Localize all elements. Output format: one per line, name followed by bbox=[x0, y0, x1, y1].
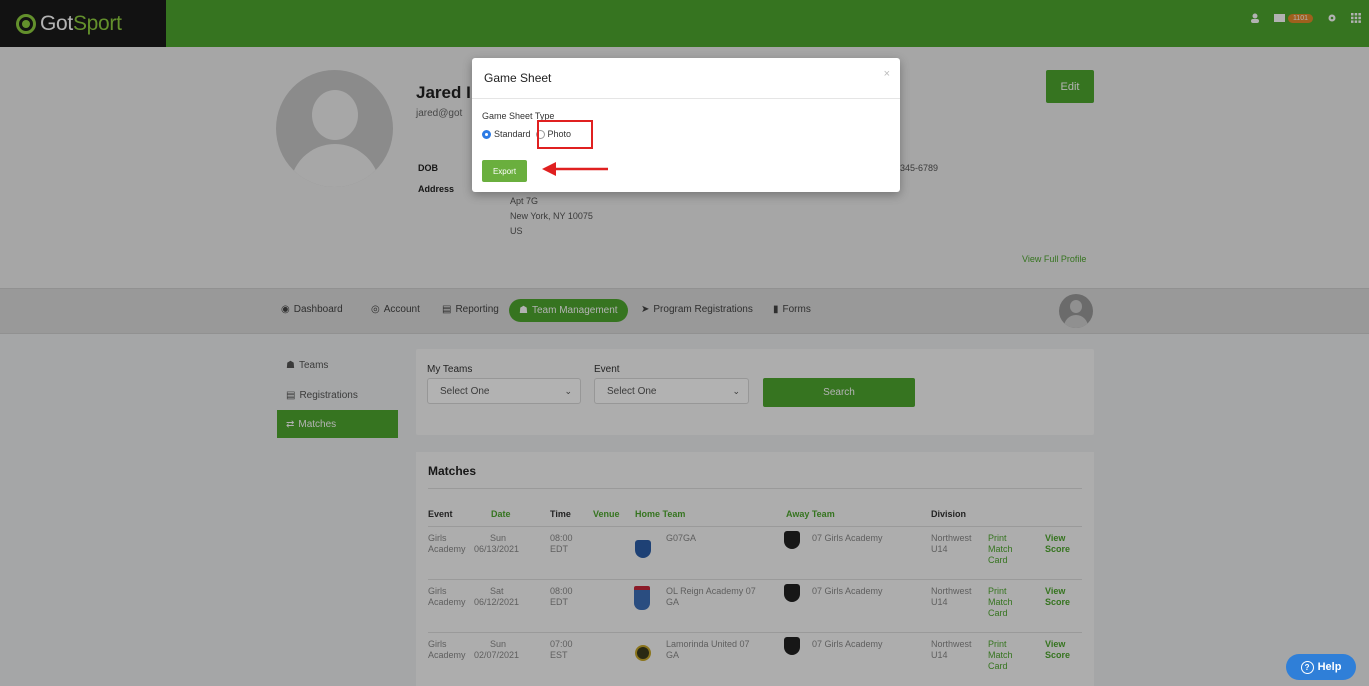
question-icon: ? bbox=[1300, 660, 1314, 674]
photo-option-highlight-box bbox=[537, 120, 593, 149]
modal-divider bbox=[472, 98, 900, 99]
standard-radio[interactable] bbox=[482, 129, 491, 139]
modal-title: Game Sheet bbox=[484, 71, 552, 85]
close-icon[interactable]: × bbox=[884, 68, 890, 80]
help-button[interactable]: ? Help bbox=[1286, 654, 1356, 680]
red-arrow-icon bbox=[542, 162, 608, 176]
standard-radio-label[interactable]: Standard bbox=[494, 129, 531, 139]
export-button[interactable]: Export bbox=[482, 160, 527, 182]
